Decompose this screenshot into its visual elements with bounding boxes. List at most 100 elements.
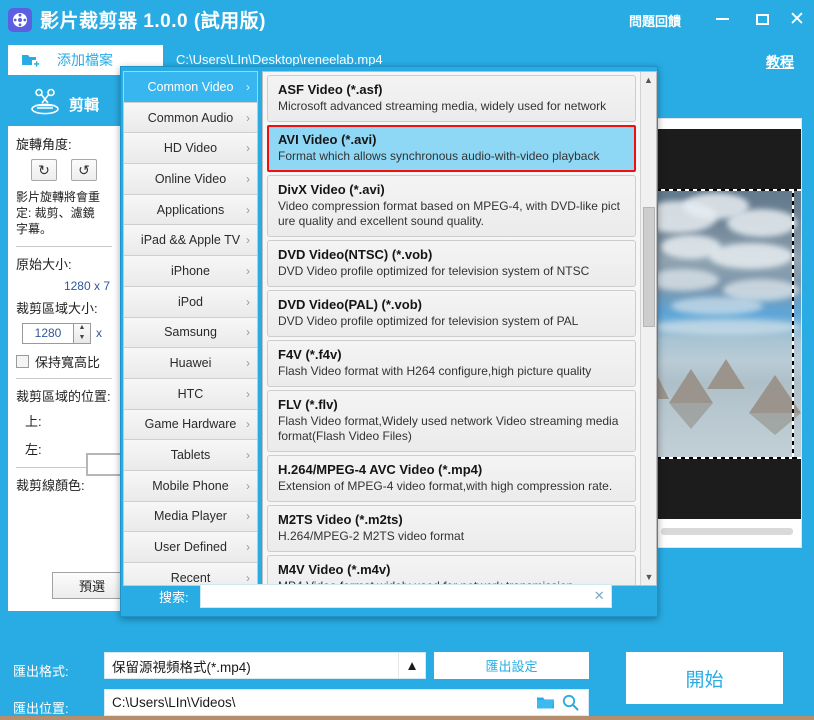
category-label: iPod bbox=[177, 294, 204, 309]
window-bottom-strip bbox=[0, 716, 814, 720]
format-item[interactable]: M4V Video (*.m4v) MP4 Video format,widel… bbox=[267, 555, 636, 585]
category-item[interactable]: Common Audio › bbox=[124, 102, 257, 134]
category-label: Samsung bbox=[164, 325, 217, 340]
category-item[interactable]: Huawei › bbox=[124, 348, 257, 379]
format-title: AVI Video (*.avi) bbox=[278, 132, 377, 147]
format-item[interactable]: H.264/MPEG-4 AVC Video (*.mp4) Extension… bbox=[267, 455, 636, 502]
search-label: 搜索: bbox=[159, 589, 189, 605]
crop-width-stepper[interactable]: 1280 ▲ ▼ x bbox=[22, 322, 112, 344]
search-input-wrap[interactable]: ✕ bbox=[199, 584, 612, 608]
format-title: DVD Video(NTSC) (*.vob) bbox=[278, 247, 433, 262]
format-list-scrollbar[interactable]: ▲ ▼ bbox=[640, 72, 656, 585]
export-location-field[interactable] bbox=[104, 689, 589, 716]
crop-size-label: 裁剪區域大小: bbox=[16, 300, 98, 316]
search-input[interactable] bbox=[200, 585, 611, 607]
tab-edit[interactable]: 剪輯 bbox=[8, 82, 120, 126]
crop-selection-bottom-edge[interactable] bbox=[653, 457, 801, 459]
category-item[interactable]: HD Video › bbox=[124, 133, 257, 165]
category-item[interactable]: Game Hardware › bbox=[124, 409, 257, 441]
chevron-right-icon: › bbox=[246, 233, 250, 248]
crop-width-input[interactable]: 1280 bbox=[22, 322, 74, 344]
feedback-link[interactable]: 問題回饋 bbox=[629, 11, 681, 30]
keep-aspect-ratio-checkbox[interactable]: 保持寬高比 bbox=[16, 352, 112, 371]
category-item[interactable]: Tablets › bbox=[124, 440, 257, 471]
category-label: HTC bbox=[177, 386, 204, 401]
category-label: Online Video bbox=[154, 171, 227, 186]
category-item[interactable]: Samsung › bbox=[124, 317, 257, 349]
chevron-right-icon: › bbox=[246, 171, 250, 186]
export-format-select[interactable]: 保留源視頻格式(*.mp4) ▲ bbox=[104, 652, 426, 679]
page-title: 影片裁剪器 1.0.0 (試用版) bbox=[40, 11, 266, 32]
video-thumbnail bbox=[653, 191, 801, 457]
close-icon[interactable]: ✕ bbox=[594, 588, 605, 604]
chevron-right-icon: › bbox=[246, 509, 250, 524]
preview-timeline-scrollbar[interactable] bbox=[661, 528, 793, 535]
format-title: DivX Video (*.avi) bbox=[278, 182, 385, 197]
category-label: User Defined bbox=[154, 540, 227, 555]
caret-down-icon: ▼ bbox=[78, 333, 86, 341]
chevron-up-icon[interactable]: ▲ bbox=[641, 72, 656, 88]
category-label: Common Audio bbox=[147, 110, 234, 125]
maximize-button[interactable] bbox=[748, 6, 776, 32]
minimize-button[interactable] bbox=[708, 6, 736, 32]
crop-selection-top-edge[interactable] bbox=[653, 189, 801, 191]
start-button[interactable]: 開始 bbox=[626, 652, 783, 704]
export-location-input[interactable] bbox=[105, 690, 536, 715]
category-item[interactable]: User Defined › bbox=[124, 532, 257, 563]
format-title: M2TS Video (*.m2ts) bbox=[278, 512, 403, 527]
chevron-right-icon: › bbox=[246, 417, 250, 432]
tab-edit-label: 剪輯 bbox=[68, 96, 99, 114]
category-item[interactable]: iPad && Apple TV › bbox=[124, 225, 257, 257]
format-item[interactable]: DVD Video(NTSC) (*.vob) DVD Video profil… bbox=[267, 240, 636, 287]
crop-settings-panel: 旋轉角度: ↻ ↺ 影片旋轉將會重 定: 裁剪、濾鏡 字幕。 原始大小: 128… bbox=[8, 126, 132, 611]
category-item[interactable]: iPod › bbox=[124, 286, 257, 318]
scrollbar-thumb[interactable] bbox=[643, 207, 655, 327]
format-description: DVD Video profile optimized for televisi… bbox=[278, 264, 590, 278]
rotate-counterclockwise-icon[interactable]: ↺ bbox=[71, 159, 97, 181]
rotate-note-line2: 定: 裁剪、濾鏡 bbox=[16, 206, 95, 221]
format-item[interactable]: M2TS Video (*.m2ts) H.264/MPEG-2 M2TS vi… bbox=[267, 505, 636, 552]
category-label: HD Video bbox=[163, 141, 218, 156]
folder-icon[interactable] bbox=[536, 695, 555, 710]
rotate-clockwise-icon[interactable]: ↻ bbox=[31, 159, 57, 181]
chevron-right-icon: › bbox=[246, 448, 250, 463]
checkbox-box[interactable] bbox=[16, 354, 29, 368]
category-item[interactable]: Online Video › bbox=[124, 164, 257, 195]
caret-up-icon: ▲ bbox=[78, 324, 86, 332]
video-preview-area bbox=[652, 118, 802, 548]
format-title: DVD Video(PAL) (*.vob) bbox=[278, 297, 422, 312]
format-title: H.264/MPEG-4 AVC Video (*.mp4) bbox=[278, 462, 483, 477]
category-item[interactable]: Media Player › bbox=[124, 501, 257, 533]
format-item-selected[interactable]: AVI Video (*.avi) Format which allows sy… bbox=[267, 125, 636, 172]
category-item[interactable]: Common Video › bbox=[124, 72, 257, 103]
add-file-label: 添加檔案 bbox=[57, 52, 113, 68]
export-settings-button[interactable]: 匯出設定 bbox=[434, 652, 589, 679]
category-label: Common Video bbox=[147, 79, 234, 94]
tutorial-link[interactable]: 教程 bbox=[766, 52, 794, 72]
original-size-label: 原始大小: bbox=[16, 256, 72, 272]
chevron-right-icon: › bbox=[246, 110, 250, 125]
category-item[interactable]: Mobile Phone › bbox=[124, 470, 257, 502]
magnifier-icon[interactable] bbox=[562, 694, 579, 711]
format-item[interactable]: F4V (*.f4v) Flash Video format with H264… bbox=[267, 340, 636, 387]
crop-width-spin-arrows[interactable]: ▲ ▼ bbox=[74, 322, 91, 344]
format-title: ASF Video (*.asf) bbox=[278, 82, 383, 97]
format-item[interactable]: DivX Video (*.avi) Video compression for… bbox=[267, 175, 636, 237]
category-item[interactable]: iPhone › bbox=[124, 256, 257, 287]
format-item[interactable]: DVD Video(PAL) (*.vob) DVD Video profile… bbox=[267, 290, 636, 337]
caret-up-icon[interactable]: ▲ bbox=[398, 653, 425, 678]
category-label: Game Hardware bbox=[144, 417, 237, 432]
export-location-label: 匯出位置: bbox=[13, 701, 69, 716]
format-list: ASF Video (*.asf) Microsoft advanced str… bbox=[262, 71, 657, 586]
format-description: Extension of MPEG-4 video format,with hi… bbox=[278, 479, 613, 493]
chevron-right-icon: › bbox=[246, 386, 250, 401]
category-item[interactable]: HTC › bbox=[124, 378, 257, 410]
crop-selection-right-edge[interactable] bbox=[792, 189, 794, 459]
close-button[interactable]: ✕ bbox=[783, 6, 811, 32]
crop-top-label: 上: bbox=[25, 413, 42, 429]
format-description: Video compression format based on MPEG-4… bbox=[278, 199, 620, 228]
format-item[interactable]: ASF Video (*.asf) Microsoft advanced str… bbox=[267, 75, 636, 122]
video-frame[interactable] bbox=[653, 129, 801, 519]
category-item[interactable]: Applications › bbox=[124, 194, 257, 226]
format-item[interactable]: FLV (*.flv) Flash Video format,Widely us… bbox=[267, 390, 636, 452]
